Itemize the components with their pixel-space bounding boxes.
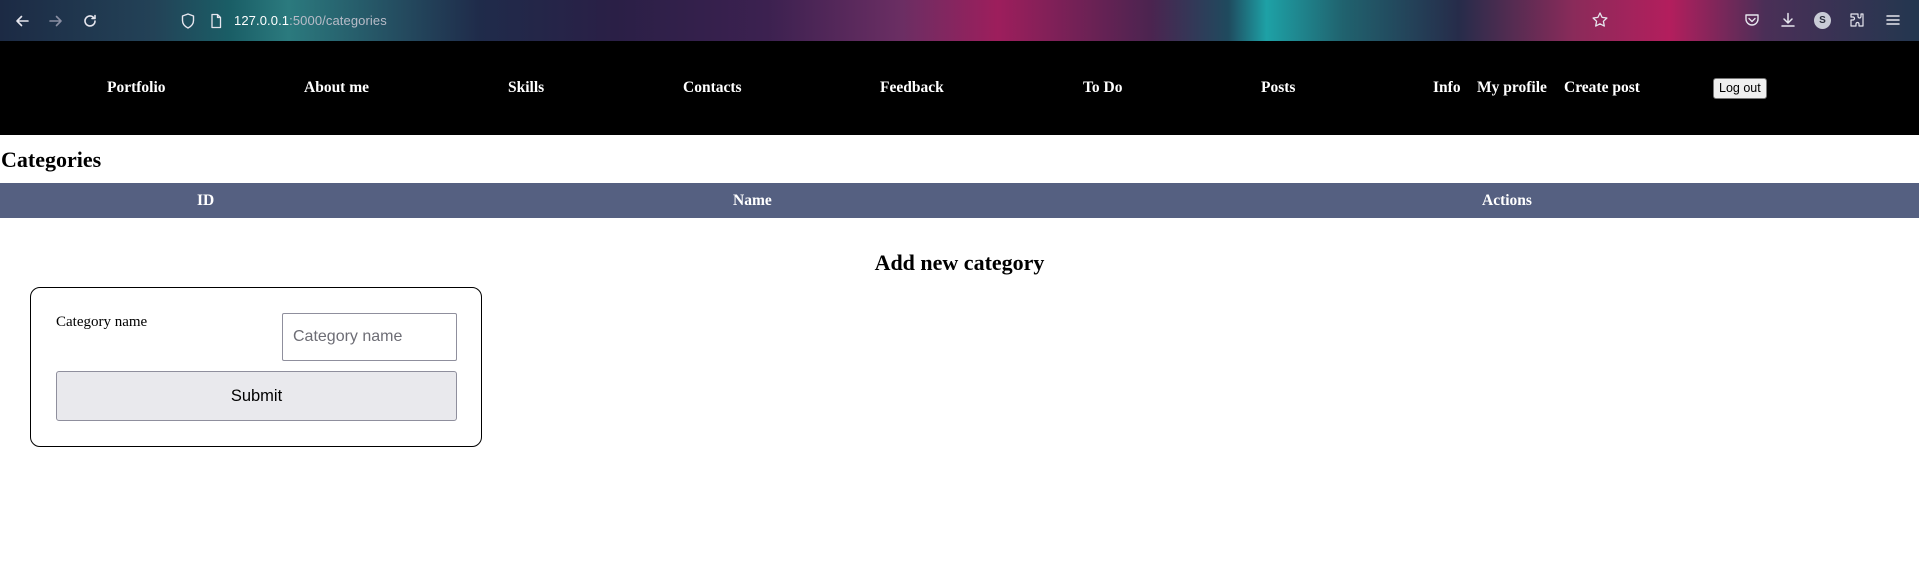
browser-right-toolbar: S [1742,10,1903,30]
nav-link-my-profile[interactable]: My profile [1477,79,1547,97]
url-text[interactable]: 127.0.0.1:5000/categories [234,13,387,28]
page-icon[interactable] [206,11,226,31]
category-name-input[interactable] [282,313,457,361]
url-path: :5000/categories [289,13,387,28]
menu-icon[interactable] [1883,10,1903,30]
star-icon[interactable] [1590,10,1610,30]
column-header-id: ID [197,192,215,209]
nav-link-about-me[interactable]: About me [304,79,369,97]
browser-nav-buttons [12,11,100,31]
category-name-label: Category name [56,314,148,330]
add-category-form: Category name Submit [30,287,482,447]
nav-link-posts[interactable]: Posts [1261,79,1295,97]
add-category-title: Add new category [874,250,1045,275]
categories-table-header: ID Name Actions [0,183,1919,218]
nav-link-contacts[interactable]: Contacts [683,79,742,97]
nav-link-create-post[interactable]: Create post [1564,79,1640,97]
back-icon[interactable] [12,11,32,31]
download-icon[interactable] [1778,10,1798,30]
url-bar[interactable]: 127.0.0.1:5000/categories [178,0,1198,41]
shield-icon[interactable] [178,11,198,31]
nav-link-portfolio[interactable]: Portfolio [107,79,166,97]
nav-link-info[interactable]: Info [1433,79,1461,97]
pocket-icon[interactable] [1742,10,1762,30]
submit-button[interactable]: Submit [56,371,457,421]
extensions-icon[interactable] [1847,10,1867,30]
logout-button[interactable]: Log out [1713,78,1767,99]
column-header-actions: Actions [1482,192,1532,209]
profile-icon[interactable]: S [1814,11,1831,29]
page-title: Categories [1,147,102,172]
browser-toolbar: 127.0.0.1:5000/categories S [0,0,1919,41]
nav-link-feedback[interactable]: Feedback [880,79,944,97]
site-nav: Portfolio About me Skills Contacts Feedb… [0,41,1919,135]
url-host: 127.0.0.1 [234,13,290,28]
column-header-name: Name [733,192,772,209]
reload-icon[interactable] [80,11,100,31]
nav-link-to-do[interactable]: To Do [1083,79,1122,97]
forward-icon[interactable] [46,11,66,31]
nav-link-skills[interactable]: Skills [508,79,544,97]
